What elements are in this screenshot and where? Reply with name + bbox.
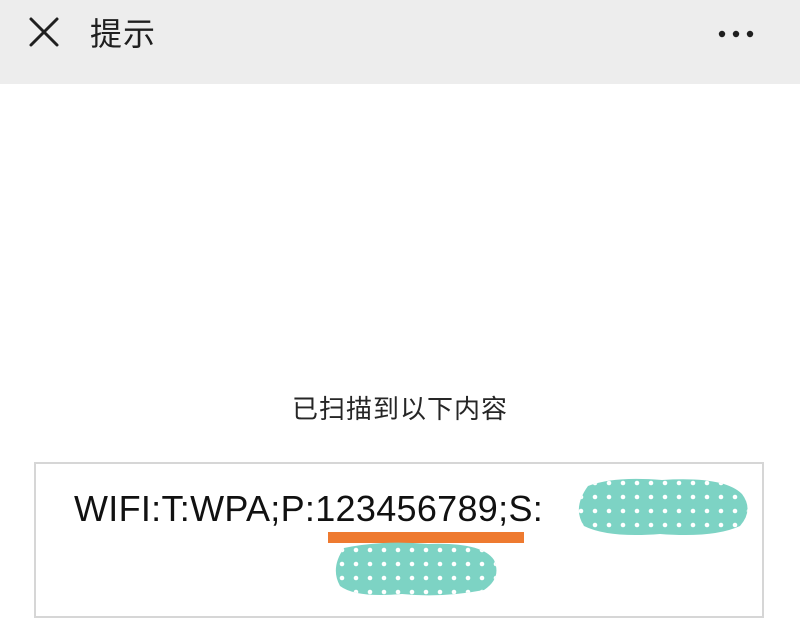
scan-result-page: 提示 已扫描到以下内容 WIFI:T:WPA;P:123456789;S: [0, 0, 800, 626]
redaction-blob-ssid [578, 478, 748, 535]
close-icon [29, 17, 59, 47]
close-button[interactable] [20, 10, 68, 58]
top-nav-bar: 提示 [0, 0, 800, 84]
scanned-content-box: WIFI:T:WPA;P:123456789;S: [34, 462, 764, 618]
more-icon [718, 30, 754, 38]
redaction-blob-ssid-continued [335, 542, 497, 596]
scanned-wifi-string: WIFI:T:WPA;P:123456789;S: [74, 484, 543, 534]
wifi-suffix: ;S: [498, 488, 544, 529]
wifi-password: 123456789 [315, 488, 499, 529]
page-title: 提示 [90, 15, 157, 53]
scan-result-message: 已扫描到以下内容 [291, 395, 508, 425]
more-button[interactable] [708, 14, 764, 54]
wifi-prefix: WIFI:T:WPA;P: [74, 488, 316, 529]
